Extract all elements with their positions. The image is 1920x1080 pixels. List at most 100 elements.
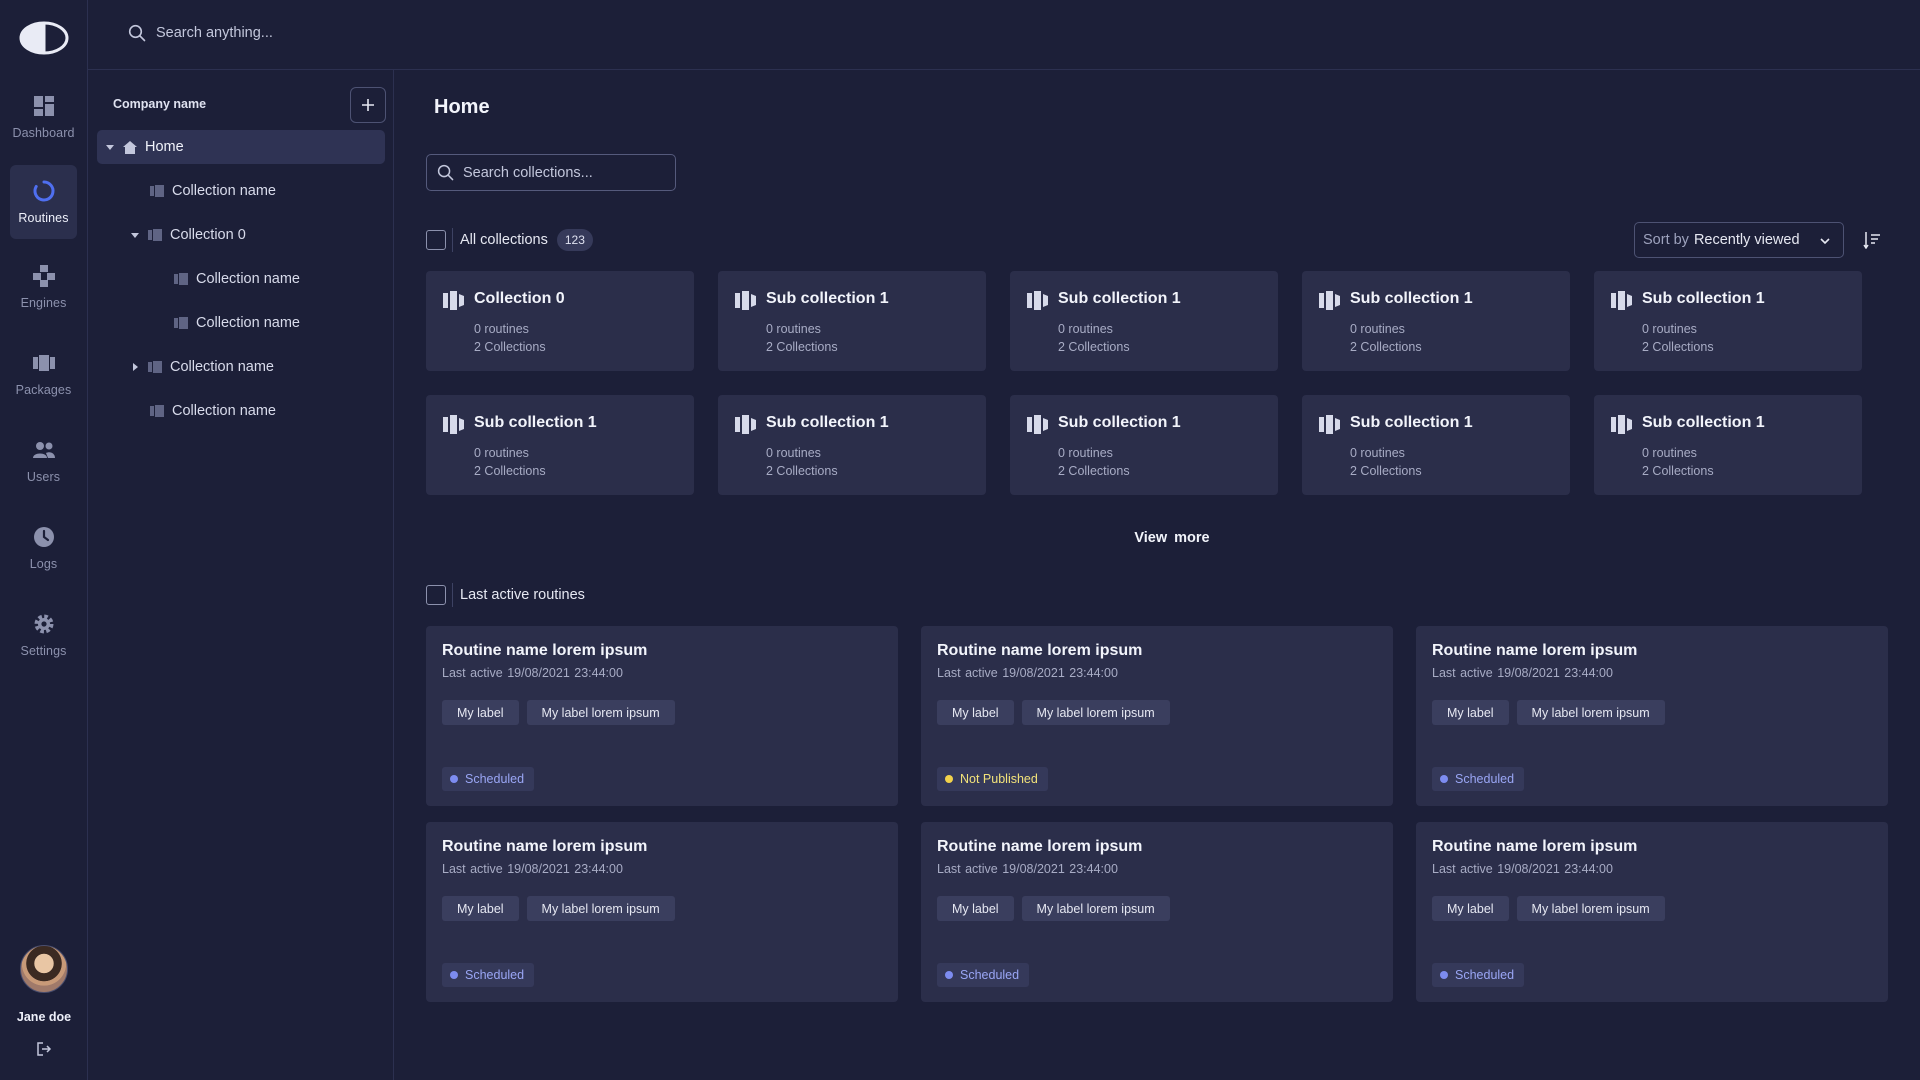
app-logo-icon[interactable]: [19, 21, 69, 55]
logout-icon[interactable]: [36, 1041, 52, 1057]
avatar[interactable]: [20, 945, 68, 993]
routine-card[interactable]: Routine name lorem ipsum Last active 19/0…: [921, 626, 1393, 806]
collection-routines-count: 0 routines: [1350, 322, 1405, 336]
nav-item-users[interactable]: Users: [10, 424, 77, 498]
collection-icon: [1319, 291, 1340, 310]
collection-icon: [443, 415, 464, 434]
routine-card[interactable]: Routine name lorem ipsum Last active 19/0…: [426, 626, 898, 806]
collection-card[interactable]: Sub collection 1 0 routines 2 Collections: [426, 395, 694, 495]
tree-item[interactable]: Collection name: [97, 174, 385, 208]
nav-item-logs[interactable]: Logs: [10, 511, 77, 585]
global-search-input[interactable]: [156, 25, 556, 41]
sort-order-icon[interactable]: [1863, 231, 1881, 249]
collection-title: Sub collection 1: [1642, 290, 1765, 307]
tree-item-label: Collection name: [196, 271, 300, 287]
users-icon: [32, 442, 55, 458]
view-more-button[interactable]: View more: [1074, 530, 1270, 546]
routine-last-active: Last active 19/08/2021 23:44:00: [1432, 666, 1613, 680]
routine-label-tag[interactable]: My label: [1432, 896, 1509, 921]
collection-icon: [1611, 291, 1632, 310]
routine-card[interactable]: Routine name lorem ipsum Last active 19/0…: [1416, 626, 1888, 806]
status-dot-icon: [450, 971, 458, 979]
collection-routines-count: 0 routines: [766, 322, 821, 336]
collection-card[interactable]: Sub collection 1 0 routines 2 Collections: [1594, 395, 1862, 495]
collection-card[interactable]: Sub collection 1 0 routines 2 Collections: [1010, 395, 1278, 495]
collection-card[interactable]: Sub collection 1 0 routines 2 Collections: [1010, 271, 1278, 371]
nav-item-routines[interactable]: Routines: [10, 165, 77, 239]
sort-dropdown[interactable]: Sort by Recently viewed: [1634, 222, 1844, 258]
routine-label-tag[interactable]: My label lorem ipsum: [526, 700, 675, 725]
chevron-right-icon[interactable]: [130, 362, 140, 372]
all-collections-label: All collections: [460, 232, 548, 248]
routine-label-tag[interactable]: My label lorem ipsum: [526, 896, 675, 921]
tree-item-home[interactable]: Home: [97, 130, 385, 164]
tree-item-label: Collection 0: [170, 227, 246, 243]
tree-item[interactable]: Collection name: [97, 394, 385, 428]
logs-icon: [33, 527, 54, 547]
nav-item-dashboard[interactable]: Dashboard: [10, 80, 77, 154]
select-all-collections-checkbox[interactable]: [426, 230, 446, 250]
add-collection-button[interactable]: [350, 87, 386, 123]
routine-label-tag[interactable]: My label lorem ipsum: [1516, 896, 1665, 921]
collection-subcollections-count: 2 Collections: [1642, 464, 1714, 478]
routine-tags: My label My label lorem ipsum: [937, 700, 1178, 725]
collection-routines-count: 0 routines: [766, 446, 821, 460]
collection-card[interactable]: Collection 0 0 routines 2 Collections: [426, 271, 694, 371]
nav-rail: Dashboard Routines Engines Packages User…: [0, 0, 88, 1080]
routine-card[interactable]: Routine name lorem ipsum Last active 19/0…: [1416, 822, 1888, 1002]
collection-subcollections-count: 2 Collections: [1642, 340, 1714, 354]
routine-label-tag[interactable]: My label lorem ipsum: [1516, 700, 1665, 725]
nav-label: Packages: [15, 383, 72, 397]
global-search[interactable]: [128, 24, 556, 42]
routine-card[interactable]: Routine name lorem ipsum Last active 19/0…: [921, 822, 1393, 1002]
routine-label-tag[interactable]: My label lorem ipsum: [1021, 896, 1170, 921]
collection-subcollections-count: 2 Collections: [766, 464, 838, 478]
collection-card[interactable]: Sub collection 1 0 routines 2 Collections: [718, 271, 986, 371]
nav-item-settings[interactable]: Settings: [10, 598, 77, 672]
collection-routines-count: 0 routines: [1058, 322, 1113, 336]
select-all-routines-checkbox[interactable]: [426, 585, 446, 605]
status-text: Not Published: [960, 772, 1038, 786]
nav-label: Engines: [20, 296, 67, 310]
collection-card[interactable]: Sub collection 1 0 routines 2 Collections: [1594, 271, 1862, 371]
routine-label-tag[interactable]: My label: [937, 896, 1014, 921]
main-content: Home All collections 123 Sort by Recentl…: [394, 70, 1920, 1080]
status-badge: Scheduled: [937, 963, 1030, 987]
collection-card[interactable]: Sub collection 1 0 routines 2 Collections: [1302, 271, 1570, 371]
plus-icon: [362, 99, 374, 111]
collection-subcollections-count: 2 Collections: [1350, 464, 1422, 478]
routine-title: Routine name lorem ipsum: [937, 642, 1143, 659]
last-active-routines-header: Last active routines: [426, 583, 585, 607]
tree-item[interactable]: Collection name: [97, 350, 385, 384]
routine-card[interactable]: Routine name lorem ipsum Last active 19/0…: [426, 822, 898, 1002]
collection-card[interactable]: Sub collection 1 0 routines 2 Collections: [718, 395, 986, 495]
routine-label-tag[interactable]: My label: [442, 896, 519, 921]
routine-label-tag[interactable]: My label: [937, 700, 1014, 725]
chevron-down-icon[interactable]: [130, 230, 140, 240]
nav-label: Users: [26, 470, 61, 484]
routine-label-tag[interactable]: My label lorem ipsum: [1021, 700, 1170, 725]
folder-icon: [150, 405, 164, 417]
routine-label-tag[interactable]: My label: [442, 700, 519, 725]
dashboard-icon: [33, 96, 54, 116]
collection-title: Sub collection 1: [766, 290, 889, 307]
collections-count-badge: 123: [556, 229, 593, 251]
tree-item[interactable]: Collection name: [97, 262, 385, 296]
nav-item-packages[interactable]: Packages: [10, 337, 77, 411]
status-text: Scheduled: [1455, 772, 1515, 786]
company-name: Company name: [113, 97, 207, 111]
nav-label: Logs: [29, 557, 58, 571]
routine-tags: My label My label lorem ipsum: [442, 700, 683, 725]
chevron-down-icon[interactable]: [105, 142, 115, 152]
collection-routines-count: 0 routines: [1350, 446, 1405, 460]
collection-routines-count: 0 routines: [1642, 446, 1697, 460]
tree-item[interactable]: Collection name: [97, 306, 385, 340]
collection-card[interactable]: Sub collection 1 0 routines 2 Collections: [1302, 395, 1570, 495]
status-text: Scheduled: [1455, 968, 1515, 982]
status-text: Scheduled: [465, 772, 525, 786]
routine-label-tag[interactable]: My label: [1432, 700, 1509, 725]
tree-item[interactable]: Collection 0: [97, 218, 385, 252]
collection-search-input[interactable]: [463, 164, 663, 181]
collection-search[interactable]: [426, 154, 676, 191]
nav-item-engines[interactable]: Engines: [10, 250, 77, 324]
